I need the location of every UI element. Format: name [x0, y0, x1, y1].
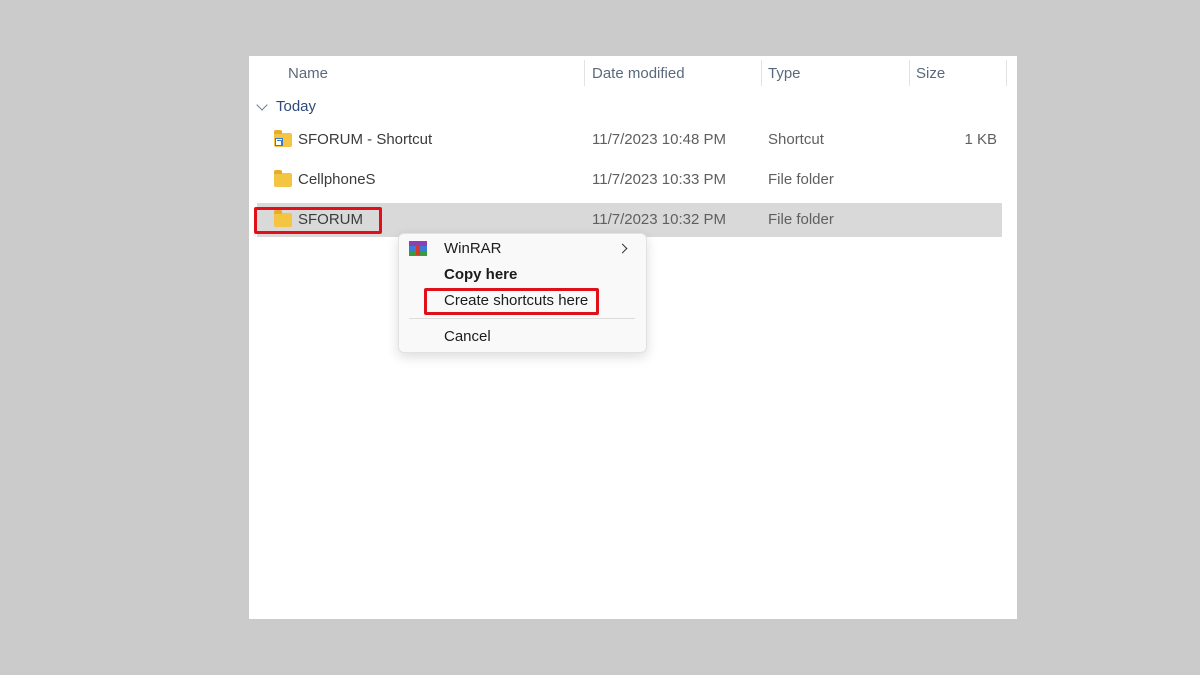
column-divider[interactable]: [584, 60, 585, 86]
file-date: 11/7/2023 10:32 PM: [592, 211, 726, 228]
file-name-cell: SFORUM - Shortcut: [274, 123, 432, 157]
folder-icon: [274, 170, 292, 187]
column-header-name[interactable]: Name: [288, 63, 328, 85]
winrar-icon: [409, 241, 427, 257]
file-size: 1 KB: [964, 131, 997, 148]
file-type: File folder: [768, 211, 834, 228]
file-name-cell: CellphoneS: [274, 163, 376, 197]
menu-item-winrar[interactable]: WinRAR: [399, 237, 646, 261]
menu-item-copy-here[interactable]: Copy here: [399, 263, 646, 287]
folder-shortcut-icon: [274, 130, 292, 147]
menu-item-label: Copy here: [444, 266, 518, 283]
column-header-type[interactable]: Type: [768, 63, 801, 85]
column-header-date-modified[interactable]: Date modified: [592, 63, 685, 85]
menu-item-label: Cancel: [444, 328, 491, 345]
highlight-box-sforum: [254, 207, 382, 234]
menu-separator: [409, 318, 635, 319]
chevron-down-icon: [256, 99, 268, 111]
menu-item-label: WinRAR: [444, 240, 502, 257]
file-name: CellphoneS: [298, 171, 376, 188]
column-divider[interactable]: [761, 60, 762, 86]
group-header-today[interactable]: Today: [256, 96, 317, 118]
file-row[interactable]: SFORUM - Shortcut 11/7/2023 10:48 PM Sho…: [257, 123, 1002, 157]
group-label: Today: [276, 98, 317, 115]
highlight-box-create-shortcuts: [424, 288, 599, 315]
column-header-size[interactable]: Size: [916, 63, 945, 85]
file-row[interactable]: CellphoneS 11/7/2023 10:33 PM File folde…: [257, 163, 1002, 197]
file-date: 11/7/2023 10:48 PM: [592, 131, 726, 148]
column-divider[interactable]: [1006, 60, 1007, 86]
file-type: File folder: [768, 171, 834, 188]
shortcut-arrow-icon: [275, 138, 283, 146]
file-type: Shortcut: [768, 131, 824, 148]
menu-item-cancel[interactable]: Cancel: [399, 325, 646, 349]
file-name: SFORUM - Shortcut: [298, 131, 433, 148]
column-divider[interactable]: [909, 60, 910, 86]
file-date: 11/7/2023 10:33 PM: [592, 171, 726, 188]
chevron-right-icon: [617, 243, 628, 254]
